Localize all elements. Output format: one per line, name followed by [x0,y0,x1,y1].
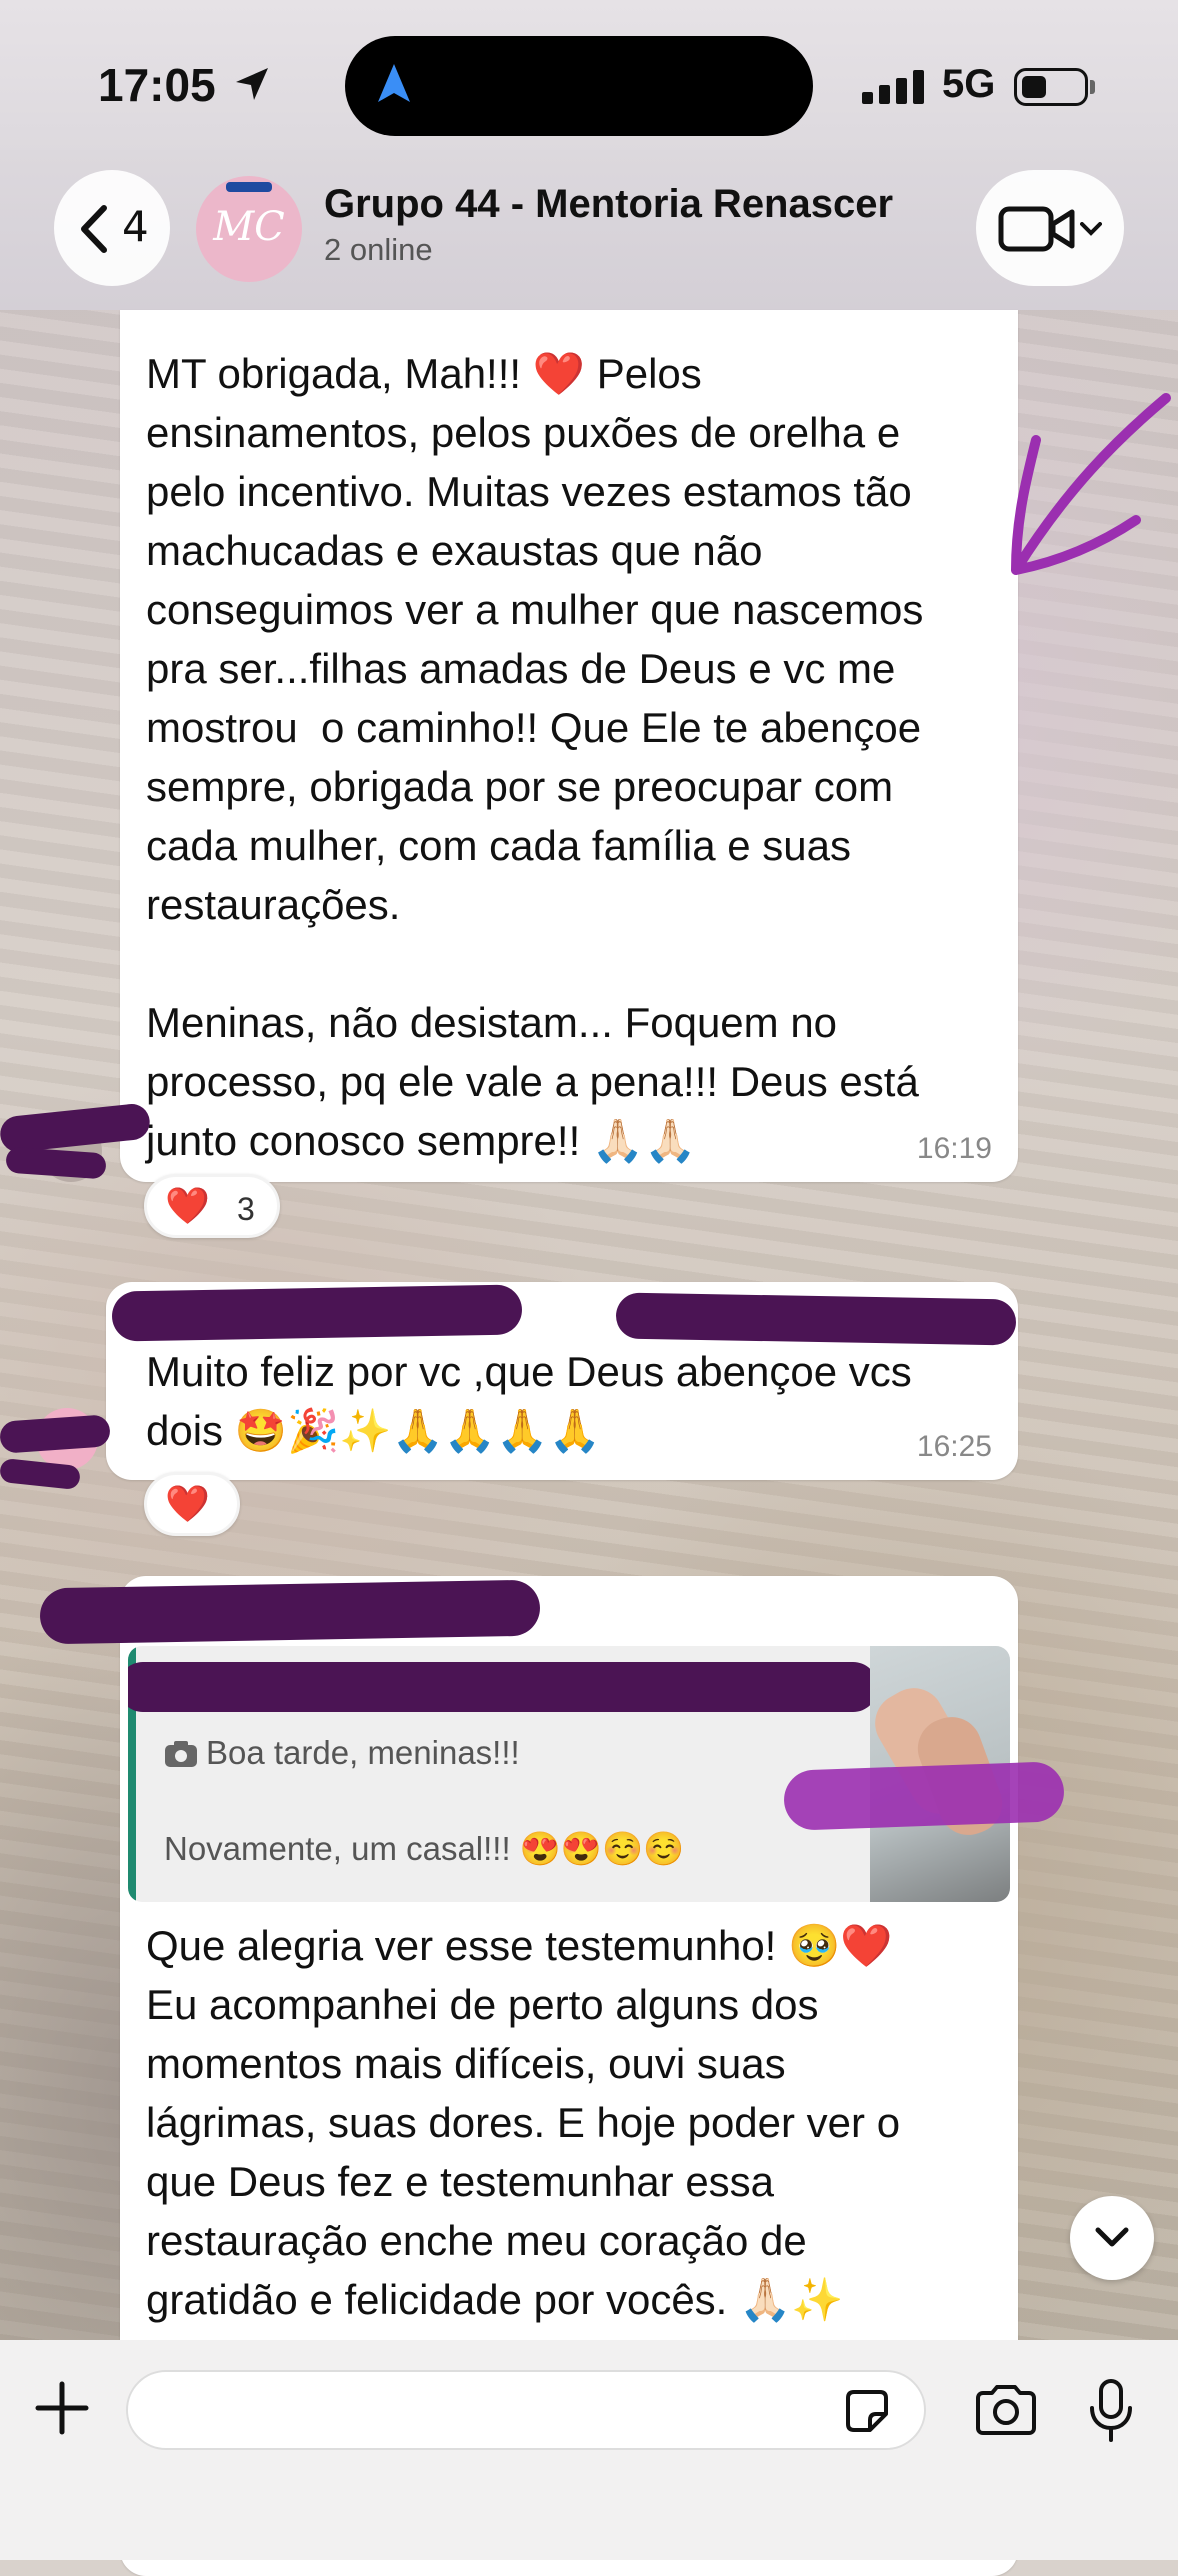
message-bubble[interactable]: MT obrigada, Mah!!! ❤️ Pelos ensinamento… [120,310,1018,1182]
composer-bar [0,2340,1178,2560]
heart-reaction-icon: ❤️ [165,1484,210,1525]
back-button[interactable]: 4 [54,170,170,286]
navigation-arrow-icon [378,64,410,102]
message-input[interactable] [126,2370,926,2450]
message-time: 16:25 [916,1430,992,1463]
reaction-count: 3 [237,1191,255,1227]
quoted-text-line: Boa tarde, meninas!!! [206,1734,520,1771]
redaction-scribble [615,1292,1017,1346]
reaction-badge[interactable]: ❤️ [144,1472,240,1536]
battery-icon [1014,68,1088,106]
chevron-down-icon [1080,222,1102,236]
signal-bars-icon [862,70,924,104]
scroll-to-bottom-button[interactable] [1070,2196,1154,2280]
sticker-icon[interactable] [842,2386,892,2436]
message-text: MT obrigada, Mah!!! ❤️ Pelos ensinamento… [146,350,924,1164]
camera-icon[interactable] [974,2384,1038,2436]
chat-header: 4 MC Grupo 44 - Mentoria Renascer 2 onli… [0,150,1178,310]
camera-icon [165,1741,197,1767]
status-bar: 17:05 5G [0,0,1178,170]
status-time: 17:05 [98,59,216,111]
redaction-scribble [111,1284,523,1342]
arrow-annotation [1011,393,1171,575]
message-text: Muito feliz por vc ,que Deus abençoe vcs… [146,1348,912,1454]
message-bubble[interactable]: Muito feliz por vc ,que Deus abençoe vcs… [106,1282,1018,1480]
dynamic-island [345,36,813,136]
video-call-button[interactable] [976,170,1124,286]
quoted-text-line: Novamente, um casal!!! 😍😍☺️☺️ [164,1830,685,1867]
back-chevron-icon [81,205,107,253]
unread-count: 4 [122,202,149,251]
reaction-badge[interactable]: ❤️ 3 [144,1174,280,1238]
message-text: Que alegria ver esse testemunho! 🥹❤️ Eu … [146,1922,901,2323]
network-type: 5G [942,62,996,106]
microphone-icon[interactable] [1086,2378,1136,2444]
message-time: 16:19 [916,1132,992,1165]
group-name[interactable]: Grupo 44 - Mentoria Renascer [324,182,893,227]
group-avatar[interactable]: MC [196,176,302,282]
redaction-scribble [39,1579,541,1645]
plus-icon[interactable] [34,2380,90,2436]
video-call-icon [998,206,1075,252]
avatar-banner [226,182,272,192]
heart-reaction-icon: ❤️ [165,1186,210,1227]
location-arrow-icon [236,68,268,100]
redaction-scribble [128,1662,878,1712]
chevron-down-icon [1095,2227,1129,2247]
battery-tip [1090,80,1095,94]
redaction-scribble [783,1761,1065,1831]
avatar-initials: MC [213,204,285,250]
online-status: 2 online [324,232,433,267]
